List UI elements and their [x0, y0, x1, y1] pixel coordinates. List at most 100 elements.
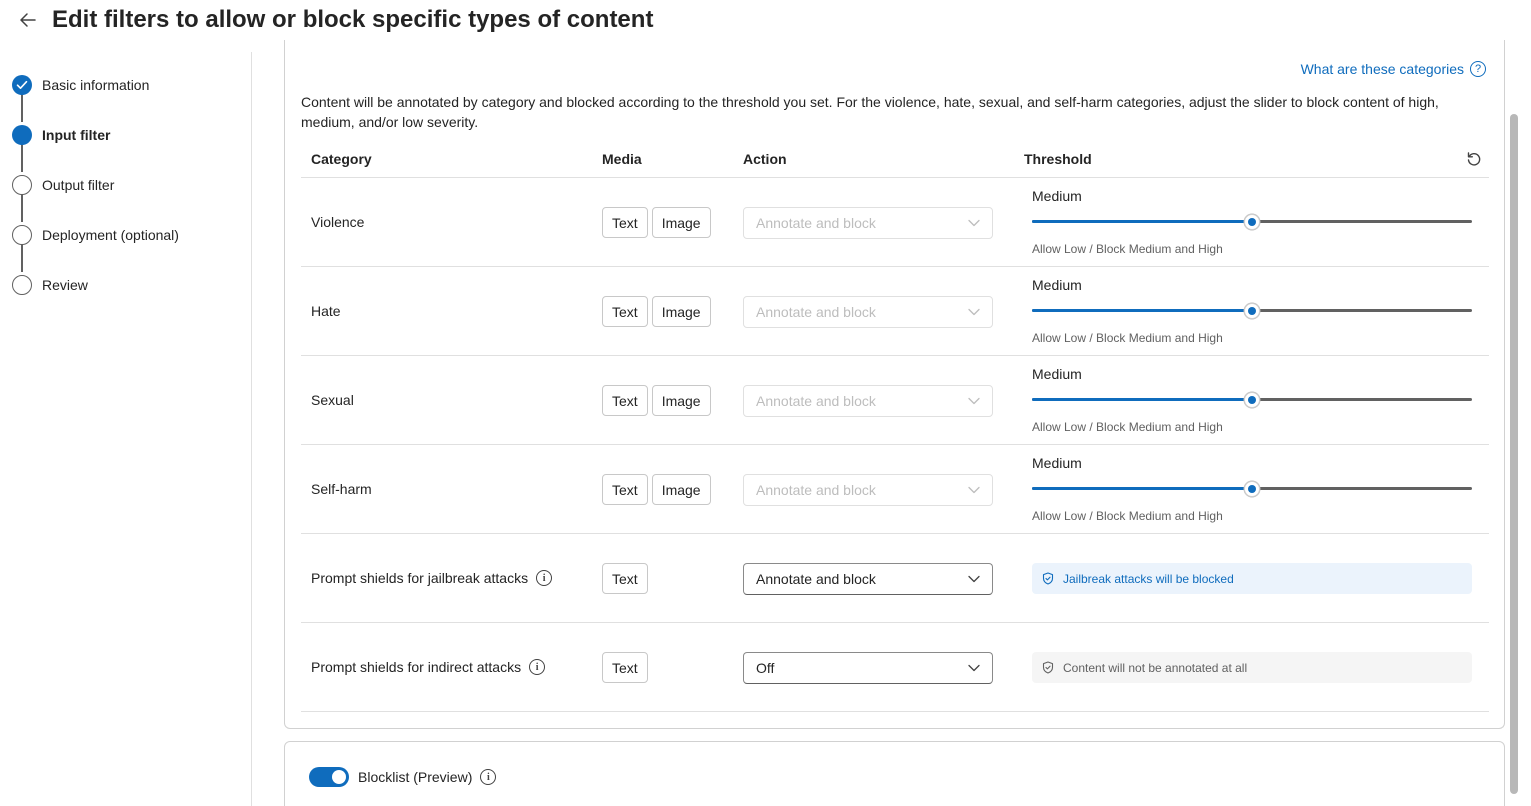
step-deployment[interactable]: Deployment (optional): [12, 225, 179, 245]
shield-icon: [1042, 661, 1054, 674]
slider-fill: [1032, 398, 1252, 401]
categories-help-link[interactable]: What are these categories ?: [1301, 61, 1486, 77]
media-chip-text[interactable]: Text: [602, 207, 648, 238]
slider-thumb[interactable]: [1244, 303, 1260, 319]
category-name: Hate: [311, 303, 341, 319]
action-value: Annotate and block: [756, 304, 876, 320]
threshold-level: Medium: [1032, 277, 1082, 293]
table-row-hate: Hate Text Image Annotate and block Mediu…: [301, 267, 1489, 356]
table-row-self-harm: Self-harm Text Image Annotate and block …: [301, 445, 1489, 534]
info-icon[interactable]: i: [529, 659, 546, 675]
category-name: Prompt shields for jailbreak attacks i: [311, 570, 553, 586]
chevron-down-icon: [968, 664, 980, 672]
slider-fill: [1032, 309, 1252, 312]
table-row-violence: Violence Text Image Annotate and block M…: [301, 178, 1489, 267]
threshold-level: Medium: [1032, 366, 1082, 382]
blocklist-label: Blocklist (Preview) i: [358, 769, 497, 785]
chevron-down-icon: [968, 397, 980, 405]
action-value: Annotate and block: [756, 482, 876, 498]
shield-check-icon: [1042, 572, 1054, 585]
page-header: Edit filters to allow or block specific …: [0, 0, 1531, 44]
media-chip-image[interactable]: Image: [651, 296, 711, 327]
step-output-filter[interactable]: Output filter: [12, 175, 114, 195]
info-icon[interactable]: i: [480, 769, 497, 785]
table-row-jailbreak-shield: Prompt shields for jailbreak attacks i T…: [301, 534, 1489, 623]
action-dropdown: Annotate and block: [743, 385, 993, 417]
column-header-media: Media: [602, 151, 642, 167]
blocklist-card: Blocklist (Preview) i: [284, 741, 1505, 806]
threshold-level: Medium: [1032, 188, 1082, 204]
sidebar-divider: [251, 52, 252, 806]
slider-thumb[interactable]: [1244, 392, 1260, 408]
chevron-down-icon: [968, 219, 980, 227]
step-label: Deployment (optional): [42, 227, 179, 243]
step-connector: [21, 194, 23, 222]
status-text: Jailbreak attacks will be blocked: [1063, 571, 1234, 586]
threshold-slider[interactable]: [1032, 481, 1472, 497]
action-dropdown: Annotate and block: [743, 296, 993, 328]
reset-icon[interactable]: [1465, 150, 1483, 168]
action-value: Off: [756, 660, 775, 676]
threshold-hint: Allow Low / Block Medium and High: [1032, 331, 1223, 345]
action-dropdown[interactable]: Annotate and block: [743, 563, 993, 595]
threshold-control: Medium Allow Low / Block Medium and High: [1032, 445, 1472, 534]
threshold-hint: Allow Low / Block Medium and High: [1032, 509, 1223, 523]
table-header: Category Media Action Threshold: [301, 138, 1489, 178]
slider-fill: [1032, 220, 1252, 223]
category-name: Prompt shields for indirect attacks i: [311, 659, 546, 675]
threshold-control: Medium Allow Low / Block Medium and High: [1032, 178, 1472, 267]
media-chip-image[interactable]: Image: [651, 474, 711, 505]
category-name: Violence: [311, 214, 365, 230]
media-chip-image[interactable]: Image: [651, 207, 711, 238]
media-chip-text[interactable]: Text: [602, 652, 648, 683]
action-value: Annotate and block: [756, 215, 876, 231]
pending-step-icon: [12, 275, 32, 295]
media-chips: Text Image: [602, 474, 711, 505]
step-connector: [21, 144, 23, 172]
chevron-down-icon: [968, 486, 980, 494]
action-dropdown[interactable]: Off: [743, 652, 993, 684]
step-review[interactable]: Review: [12, 275, 88, 295]
slider-fill: [1032, 487, 1252, 490]
action-value: Annotate and block: [756, 571, 876, 587]
vertical-scrollbar[interactable]: [1508, 52, 1520, 806]
media-chips: Text Image: [602, 296, 711, 327]
media-chips: Text: [602, 652, 648, 683]
checkmark-icon: [12, 75, 32, 95]
step-label: Basic information: [42, 77, 150, 93]
filter-description: Content will be annotated by category an…: [301, 94, 1439, 130]
media-chip-text[interactable]: Text: [602, 296, 648, 327]
action-dropdown: Annotate and block: [743, 207, 993, 239]
blocklist-toggle[interactable]: [309, 767, 349, 787]
info-icon[interactable]: i: [536, 570, 553, 586]
step-label: Input filter: [42, 127, 111, 143]
media-chip-image[interactable]: Image: [651, 385, 711, 416]
chevron-down-icon: [968, 308, 980, 316]
table-row-sexual: Sexual Text Image Annotate and block Med…: [301, 356, 1489, 445]
toggle-knob: [332, 770, 346, 784]
step-connector: [21, 94, 23, 122]
media-chips: Text: [602, 563, 648, 594]
column-header-threshold: Threshold: [1024, 151, 1092, 167]
step-label: Review: [42, 277, 88, 293]
content-filter-card: What are these categories ? Content will…: [284, 40, 1505, 729]
slider-thumb[interactable]: [1244, 481, 1260, 497]
media-chip-text[interactable]: Text: [602, 563, 648, 594]
threshold-slider[interactable]: [1032, 392, 1472, 408]
threshold-slider[interactable]: [1032, 303, 1472, 319]
table-row-indirect-shield: Prompt shields for indirect attacks i Te…: [301, 623, 1489, 712]
threshold-control: Medium Allow Low / Block Medium and High: [1032, 356, 1472, 445]
media-chip-text[interactable]: Text: [602, 385, 648, 416]
threshold-slider[interactable]: [1032, 214, 1472, 230]
media-chip-text[interactable]: Text: [602, 474, 648, 505]
threshold-hint: Allow Low / Block Medium and High: [1032, 242, 1223, 256]
slider-thumb[interactable]: [1244, 214, 1260, 230]
threshold-level: Medium: [1032, 455, 1082, 471]
back-arrow-icon[interactable]: [16, 8, 40, 32]
category-name: Sexual: [311, 392, 354, 408]
page-title: Edit filters to allow or block specific …: [52, 6, 654, 33]
step-input-filter[interactable]: Input filter: [12, 125, 110, 145]
scrollbar-thumb[interactable]: [1510, 114, 1518, 794]
step-basic-information[interactable]: Basic information: [12, 75, 149, 95]
filter-table: Category Media Action Threshold Violence…: [301, 138, 1489, 712]
